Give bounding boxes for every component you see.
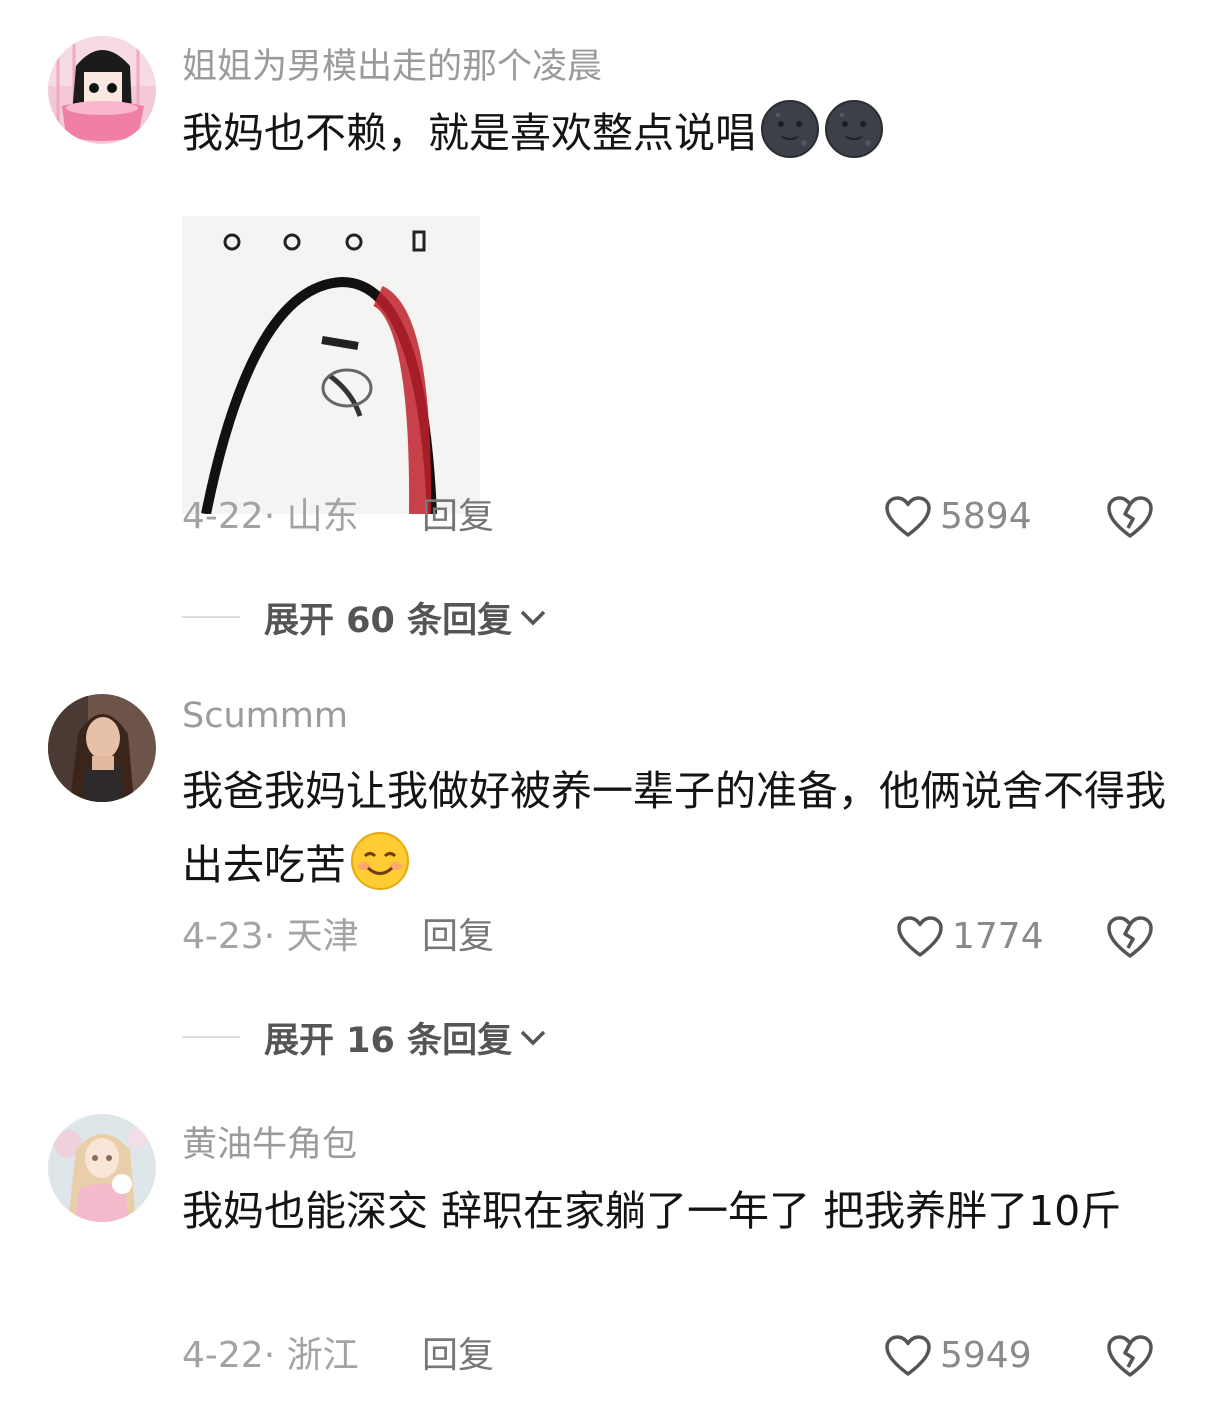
comment-text-content: 我妈也不赖，就是喜欢整点说唱 [182,109,756,157]
date-location: 4-22· 山东 [182,496,359,537]
date-location: 4-23· 天津 [182,916,359,957]
dislike-button[interactable] [1106,491,1154,543]
heart-outline-icon [897,916,943,957]
like-button[interactable]: 1774 [896,911,1044,963]
dislike-button[interactable] [1106,911,1154,963]
broken-heart-icon [1107,496,1153,538]
reply-button[interactable]: 回复 [422,1330,494,1382]
avatar[interactable] [48,694,156,802]
expand-replies-label: 展开 16 条回复 [264,1020,513,1061]
heart-outline-icon [885,1335,931,1376]
comment-meta: 4-22· 浙江 回复 5949 [182,1330,1172,1382]
heart-outline-icon [885,496,931,537]
chevron-down-icon [520,1030,546,1046]
reply-button[interactable]: 回复 [422,911,494,963]
comment-meta: 4-23· 天津 回复 1774 [182,911,1172,963]
divider [182,1036,240,1038]
comment-image[interactable] [182,216,480,514]
dislike-button[interactable] [1106,1330,1154,1382]
smiling-face-emoji [350,831,410,891]
new-moon-face-emoji [824,99,884,159]
comment-text: 我妈也不赖，就是喜欢整点说唱 [182,96,1172,170]
avatar[interactable] [48,1114,156,1222]
chevron-down-icon [520,610,546,626]
comment-text: 我爸我妈让我做好被养一辈子的准备，他俩说舍不得我出去吃苦 [182,754,1172,902]
like-count: 1774 [952,916,1044,957]
username[interactable]: 黄油牛角包 [182,1116,357,1167]
like-button[interactable]: 5949 [884,1330,1032,1382]
expand-replies-label: 展开 60 条回复 [264,600,513,641]
comment-meta: 4-22· 山东 回复 5894 [182,491,1172,543]
divider [182,616,240,618]
broken-heart-icon [1107,1335,1153,1377]
username[interactable]: Scummm [182,696,348,736]
like-count: 5894 [940,496,1032,537]
comment-text-content: 我爸我妈让我做好被养一辈子的准备，他俩说舍不得我出去吃苦 [182,767,1166,889]
avatar[interactable] [48,36,156,144]
expand-replies-button[interactable]: 展开 60 条回复 [182,592,550,642]
reply-button[interactable]: 回复 [422,491,494,543]
like-count: 5949 [940,1335,1032,1376]
expand-replies-button[interactable]: 展开 16 条回复 [182,1012,550,1062]
comment-text: 我妈也能深交 辞职在家躺了一年了 把我养胖了10斤 [182,1187,1122,1235]
comment-feed: 姐姐为男模出走的那个凌晨 我妈也不赖，就是喜欢整点说唱 4-22· 山东 回复 [0,0,1206,1408]
like-button[interactable]: 5894 [884,491,1032,543]
date-location: 4-22· 浙江 [182,1335,359,1376]
username[interactable]: 姐姐为男模出走的那个凌晨 [182,38,602,89]
new-moon-face-emoji [760,99,820,159]
broken-heart-icon [1107,916,1153,958]
